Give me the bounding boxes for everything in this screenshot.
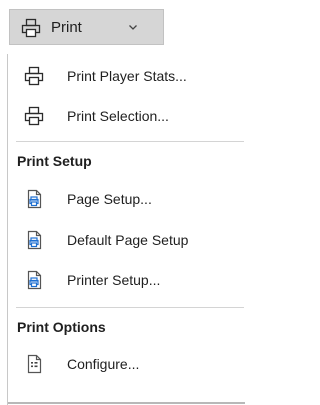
printer-icon <box>21 18 41 38</box>
menu-item-label: Configure... <box>67 356 140 372</box>
menu-item-label: Page Setup... <box>67 191 152 207</box>
configure-icon <box>27 354 42 374</box>
print-dropdown-menu: Print Player Stats... Print Selection...… <box>7 54 245 405</box>
section-header-print-setup: Print Setup <box>17 153 92 169</box>
menu-item-page-setup[interactable]: Page Setup... <box>8 179 244 219</box>
section-header-print-options: Print Options <box>17 319 106 335</box>
printer-icon <box>24 106 44 126</box>
menu-bottom-border <box>8 402 245 404</box>
chevron-down-icon <box>129 25 137 30</box>
page-setup-icon <box>27 270 42 290</box>
menu-item-print-selection[interactable]: Print Selection... <box>8 96 244 136</box>
print-button-label: Print <box>51 19 82 36</box>
menu-item-label: Default Page Setup <box>67 232 189 248</box>
menu-divider <box>16 141 244 142</box>
menu-item-label: Print Player Stats... <box>67 68 187 84</box>
page-setup-icon <box>27 189 42 209</box>
printer-icon <box>24 66 44 86</box>
menu-item-label: Printer Setup... <box>67 272 161 288</box>
menu-item-label: Print Selection... <box>67 108 169 124</box>
menu-divider <box>16 307 244 308</box>
menu-item-printer-setup[interactable]: Printer Setup... <box>8 260 244 300</box>
menu-item-default-page-setup[interactable]: Default Page Setup <box>8 220 244 260</box>
print-dropdown-button[interactable]: Print <box>9 9 164 45</box>
menu-item-configure[interactable]: Configure... <box>8 344 244 384</box>
menu-item-print-player-stats[interactable]: Print Player Stats... <box>8 56 244 96</box>
page-setup-icon <box>27 230 42 250</box>
